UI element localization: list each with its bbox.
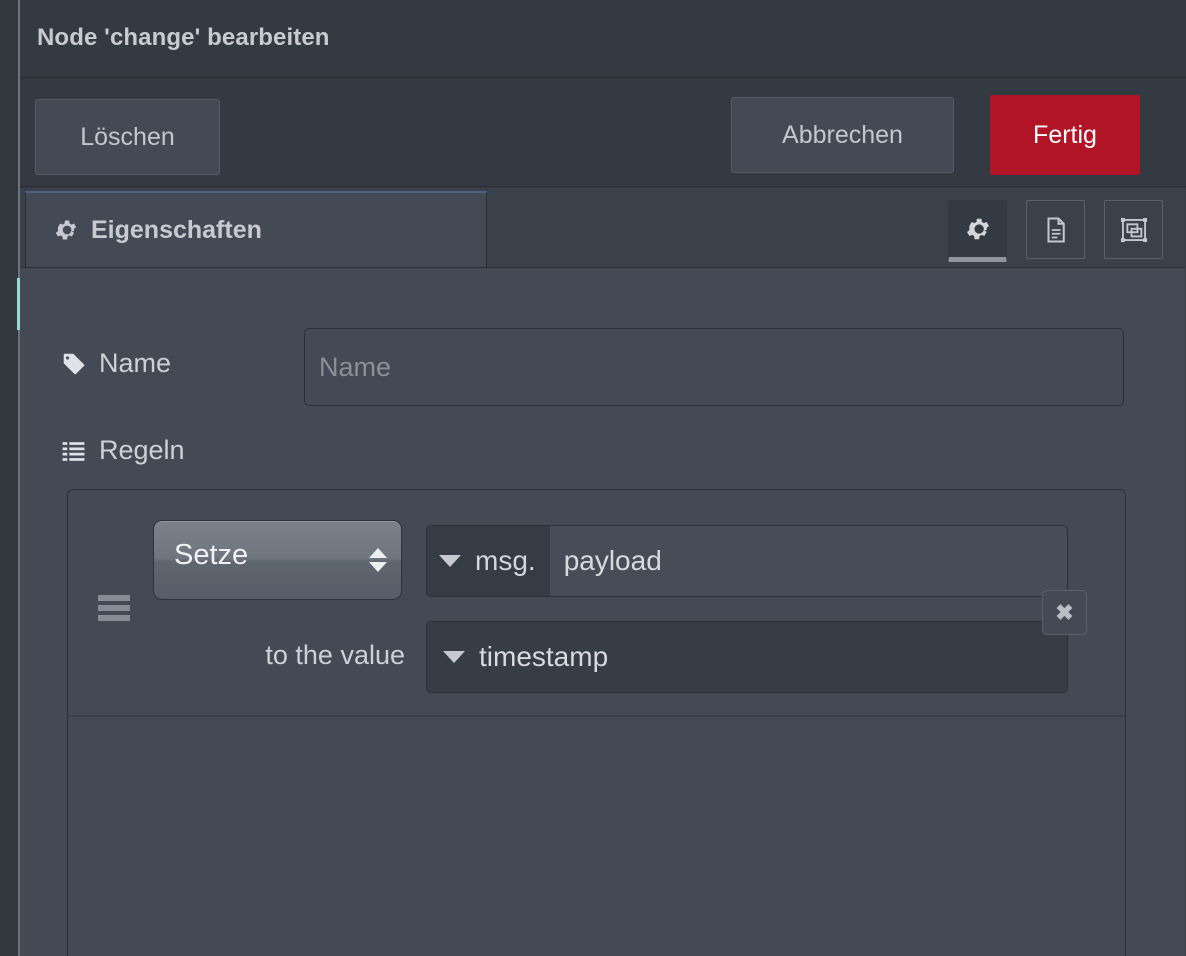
cancel-button[interactable]: Abbrechen: [731, 97, 954, 173]
chevron-down-icon: [369, 562, 387, 572]
properties-form: Name Regeln: [20, 268, 1186, 956]
rule-drag-handle[interactable]: [98, 595, 130, 621]
done-button[interactable]: Fertig: [990, 95, 1140, 175]
tab-properties-label: Eigenschaften: [91, 215, 262, 244]
rules-section-header: Regeln: [61, 435, 185, 466]
gear-icon: [964, 215, 992, 243]
drag-bar: [98, 615, 130, 621]
rule-action-value: Setze: [174, 539, 249, 571]
properties-tab-icon-button[interactable]: [948, 200, 1007, 262]
drag-bar: [98, 595, 130, 601]
rule-action-select[interactable]: Setze: [153, 520, 402, 600]
rule-value-type-label: timestamp: [479, 641, 609, 672]
rule-to-value-label: to the value: [265, 640, 405, 670]
document-icon: [1041, 215, 1071, 245]
appearance-tab-icon-button[interactable]: [1104, 200, 1163, 259]
name-input[interactable]: [304, 328, 1124, 406]
rule-property-field: msg.: [426, 525, 1068, 597]
name-label: Name: [61, 348, 171, 379]
rule-property-prefix: msg.: [475, 545, 536, 576]
chevron-up-icon: [369, 548, 387, 558]
remove-rule-button[interactable]: ✖: [1042, 590, 1087, 635]
rule-property-input[interactable]: [549, 526, 1067, 596]
list-icon: [61, 438, 86, 463]
tab-strip: Eigenschaften: [20, 188, 1186, 268]
tag-icon: [61, 351, 86, 376]
name-label-text: Name: [99, 348, 172, 378]
delete-button[interactable]: Löschen: [35, 99, 220, 175]
rule-value-type-select[interactable]: timestamp: [426, 621, 1068, 693]
stepper-arrows-icon: [369, 548, 387, 572]
node-edit-dialog: Node 'change' bearbeiten Löschen Abbrech…: [0, 0, 1186, 956]
tab-properties[interactable]: Eigenschaften: [25, 191, 487, 267]
rule-row: Setze msg. to the value ti: [68, 490, 1125, 717]
name-row: Name: [20, 328, 1186, 406]
rules-label-text: Regeln: [99, 435, 185, 465]
dialog-button-bar: Löschen Abbrechen Fertig: [20, 79, 1186, 187]
dialog-title: Node 'change' bearbeiten: [37, 24, 330, 51]
rule-property-type-select[interactable]: msg.: [427, 526, 550, 596]
appearance-icon: [1118, 214, 1150, 246]
chevron-down-icon: [443, 651, 465, 663]
dialog-header: Node 'change' bearbeiten: [20, 0, 1186, 78]
description-tab-icon-button[interactable]: [1026, 200, 1085, 259]
drag-bar: [98, 605, 130, 611]
left-gutter: [0, 0, 18, 956]
rules-list: Setze msg. to the value ti: [67, 489, 1126, 956]
chevron-down-icon: [439, 555, 461, 567]
gear-icon: [53, 217, 79, 243]
